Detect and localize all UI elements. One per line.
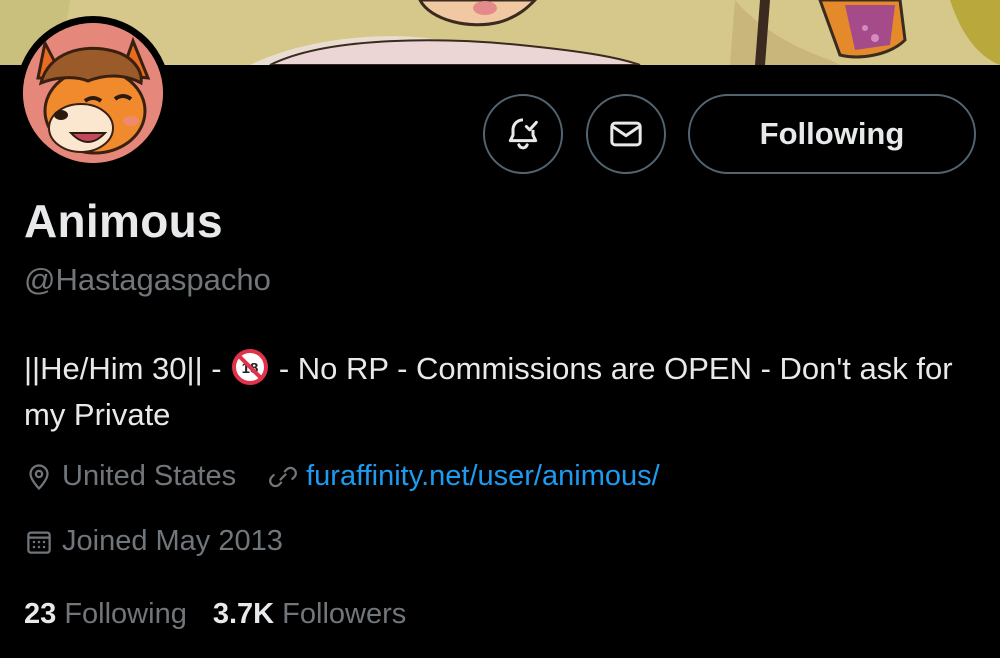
user-handle: @Hastagaspacho — [24, 262, 271, 297]
location-text: United States — [62, 460, 237, 492]
website-link[interactable]: furaffinity.net/user/animous/ — [306, 460, 660, 493]
follow-stats: 23 Following 3.7K Followers — [24, 598, 406, 631]
followers-count: 3.7K — [212, 598, 275, 630]
joined-date: Joined May 2013 — [62, 525, 283, 557]
profile-bio: ||He/Him 30|| - 18 - No RP - Commissions… — [24, 346, 974, 438]
avatar-image — [23, 23, 163, 163]
following-button[interactable]: Following — [688, 94, 976, 174]
notifications-button[interactable] — [483, 94, 563, 174]
message-button[interactable] — [586, 94, 666, 174]
no-under-18-icon: 18 — [232, 349, 269, 385]
bio-text-start: ||He/Him 30|| - — [24, 351, 231, 386]
following-label: Following — [64, 598, 187, 630]
profile-avatar[interactable] — [16, 16, 170, 170]
profile-meta-row: United States furaffinity.net/user/animo… — [24, 460, 660, 493]
joined-row: Joined May 2013 — [24, 525, 283, 558]
display-name: Animous — [24, 195, 223, 247]
link-icon — [269, 466, 298, 487]
following-count: 23 — [24, 598, 57, 630]
followers-label: Followers — [282, 598, 407, 630]
followers-stat[interactable]: 3.7K Followers — [213, 598, 406, 631]
envelope-icon — [610, 121, 642, 147]
calendar-icon — [27, 531, 51, 554]
bell-check-icon — [508, 118, 538, 150]
location-pin-icon — [29, 463, 49, 490]
following-stat[interactable]: 23 Following — [24, 598, 187, 631]
